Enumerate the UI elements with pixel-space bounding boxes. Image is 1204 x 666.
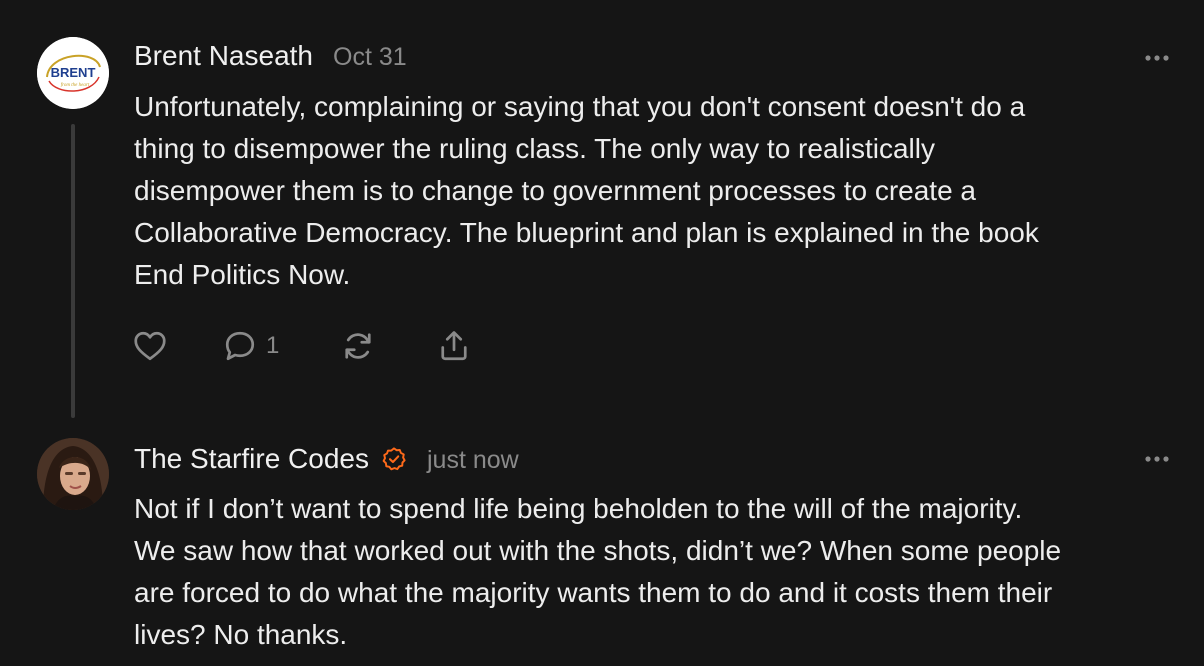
thread-line [71, 124, 75, 418]
restack-button[interactable] [340, 326, 376, 366]
comment-header: The Starfire Codes just now [134, 442, 519, 476]
comment-actions: 1 [132, 326, 492, 366]
comment-body-line: disempower them is to change to governme… [134, 175, 976, 206]
comment-brent: BRENT from the heart Brent Naseath Oct 3… [0, 0, 1204, 420]
avatar-logo-text: BRENT [51, 65, 96, 80]
like-button[interactable] [132, 326, 168, 366]
comment-header: Brent Naseath Oct 31 [134, 40, 407, 74]
comment-body-line: thing to disempower the ruling class. Th… [134, 133, 935, 164]
comment-body: Not if I don’t want to spend life being … [134, 488, 1174, 656]
author-name[interactable]: Brent Naseath [134, 40, 313, 72]
more-options-icon[interactable] [1144, 54, 1170, 62]
avatar-logo-subtext: from the heart [61, 83, 90, 88]
comment-icon [225, 331, 255, 361]
comment-timestamp[interactable]: Oct 31 [333, 43, 407, 72]
restack-icon [345, 333, 371, 359]
share-icon [441, 331, 467, 361]
comment-thread: BRENT from the heart Brent Naseath Oct 3… [0, 0, 1204, 666]
comment-starfire: The Starfire Codes just now Not if I don… [0, 420, 1204, 666]
avatar-starfire[interactable] [37, 438, 109, 510]
reply-count: 1 [266, 332, 280, 359]
comment-timestamp[interactable]: just now [427, 446, 519, 475]
comment-body-line: are forced to do what the majority wants… [134, 577, 1053, 608]
heart-icon [134, 331, 166, 361]
reply-button[interactable]: 1 [222, 326, 279, 366]
profile-photo-icon [37, 438, 109, 510]
avatar-brent[interactable]: BRENT from the heart [37, 37, 109, 109]
more-options-icon[interactable] [1144, 455, 1170, 463]
comment-body-line: Collaborative Democracy. The blueprint a… [134, 217, 1039, 248]
comment-body-line: Unfortunately, complaining or saying tha… [134, 91, 1026, 122]
comment-body: Unfortunately, complaining or saying tha… [134, 86, 1174, 296]
author-name[interactable]: The Starfire Codes [134, 443, 369, 475]
comment-body-line: End Politics Now. [134, 259, 351, 290]
share-button[interactable] [436, 326, 472, 366]
comment-body-line: We saw how that worked out with the shot… [134, 535, 1062, 566]
comment-body-line: lives? No thanks. [134, 619, 348, 650]
verified-check-icon [382, 447, 406, 471]
comment-body-line: Not if I don’t want to spend life being … [134, 493, 1023, 524]
brent-logo-icon: BRENT from the heart [37, 37, 109, 109]
